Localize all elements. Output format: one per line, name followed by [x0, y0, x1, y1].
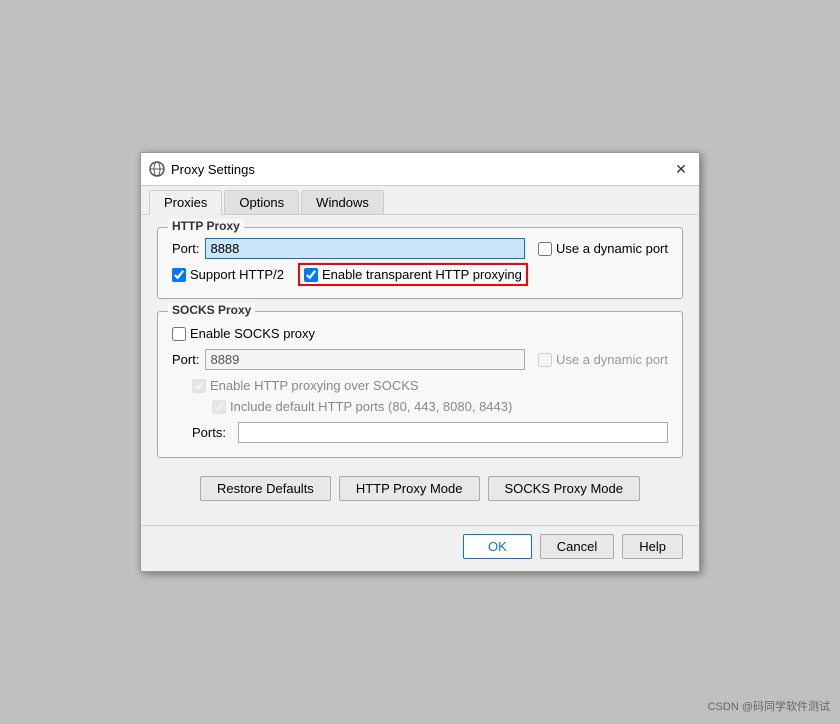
- socks-proxy-mode-button[interactable]: SOCKS Proxy Mode: [488, 476, 641, 501]
- tab-windows[interactable]: Windows: [301, 190, 384, 214]
- http-proxy-title: HTTP Proxy: [168, 219, 244, 233]
- http-dynamic-port-label: Use a dynamic port: [556, 241, 668, 256]
- socks-proxy-title: SOCKS Proxy: [168, 303, 255, 317]
- socks-enable-label: Enable SOCKS proxy: [190, 326, 315, 341]
- socks-dynamic-port-checkbox[interactable]: [538, 353, 552, 367]
- transparent-proxy-checkbox[interactable]: [304, 268, 318, 282]
- support-http2-checkbox[interactable]: [172, 268, 186, 282]
- footer-bar: OK Cancel Help: [141, 525, 699, 571]
- transparent-proxy-item: Enable transparent HTTP proxying: [300, 265, 526, 284]
- socks-enable-row: Enable SOCKS proxy: [172, 326, 668, 341]
- restore-defaults-button[interactable]: Restore Defaults: [200, 476, 331, 501]
- socks-http-over-socks-checkbox[interactable]: [192, 379, 206, 393]
- ok-button[interactable]: OK: [463, 534, 532, 559]
- http-port-input[interactable]: [205, 238, 525, 259]
- http-proxy-section: HTTP Proxy Port: Use a dynamic port Supp…: [157, 227, 683, 299]
- watermark: CSDN @码同学软件测试: [708, 698, 830, 714]
- http-port-row: Port: Use a dynamic port: [172, 238, 668, 259]
- tab-bar: Proxies Options Windows: [141, 186, 699, 215]
- tab-options[interactable]: Options: [224, 190, 299, 214]
- socks-proxy-section: SOCKS Proxy Enable SOCKS proxy Port: Use…: [157, 311, 683, 458]
- http-proxy-mode-button[interactable]: HTTP Proxy Mode: [339, 476, 480, 501]
- socks-http-over-socks-label: Enable HTTP proxying over SOCKS: [210, 378, 419, 393]
- support-http2-label: Support HTTP/2: [190, 267, 284, 282]
- socks-dynamic-port-item: Use a dynamic port: [538, 352, 668, 367]
- tab-proxies[interactable]: Proxies: [149, 190, 222, 215]
- socks-enable-checkbox[interactable]: [172, 327, 186, 341]
- help-button[interactable]: Help: [622, 534, 683, 559]
- transparent-proxy-label: Enable transparent HTTP proxying: [322, 267, 522, 282]
- socks-port-input[interactable]: [205, 349, 525, 370]
- mode-button-bar: Restore Defaults HTTP Proxy Mode SOCKS P…: [157, 470, 683, 513]
- socks-include-ports-row: Include default HTTP ports (80, 443, 808…: [172, 399, 668, 414]
- title-bar-left: Proxy Settings: [149, 161, 255, 177]
- socks-dynamic-port-label: Use a dynamic port: [556, 352, 668, 367]
- socks-ports-input[interactable]: [238, 422, 668, 443]
- socks-ports-label: Ports:: [192, 425, 226, 440]
- socks-include-ports-checkbox[interactable]: [212, 400, 226, 414]
- title-bar: Proxy Settings ✕: [141, 153, 699, 186]
- socks-port-row: Port: Use a dynamic port: [172, 349, 668, 370]
- tab-content: HTTP Proxy Port: Use a dynamic port Supp…: [141, 215, 699, 525]
- http-port-label: Port:: [172, 241, 199, 256]
- socks-http-over-socks-row: Enable HTTP proxying over SOCKS: [172, 378, 668, 393]
- cancel-button[interactable]: Cancel: [540, 534, 614, 559]
- socks-enable-item: Enable SOCKS proxy: [172, 326, 315, 341]
- proxy-icon: [149, 161, 165, 177]
- support-http2-item: Support HTTP/2: [172, 267, 284, 282]
- socks-ports-row: Ports:: [172, 422, 668, 443]
- http-options-row: Support HTTP/2 Enable transparent HTTP p…: [172, 265, 668, 284]
- proxy-settings-window: Proxy Settings ✕ Proxies Options Windows…: [140, 152, 700, 572]
- socks-include-ports-label: Include default HTTP ports (80, 443, 808…: [230, 399, 512, 414]
- socks-port-label: Port:: [172, 352, 199, 367]
- close-button[interactable]: ✕: [671, 159, 691, 179]
- http-dynamic-port-item: Use a dynamic port: [538, 241, 668, 256]
- window-title: Proxy Settings: [171, 162, 255, 177]
- http-dynamic-port-checkbox[interactable]: [538, 242, 552, 256]
